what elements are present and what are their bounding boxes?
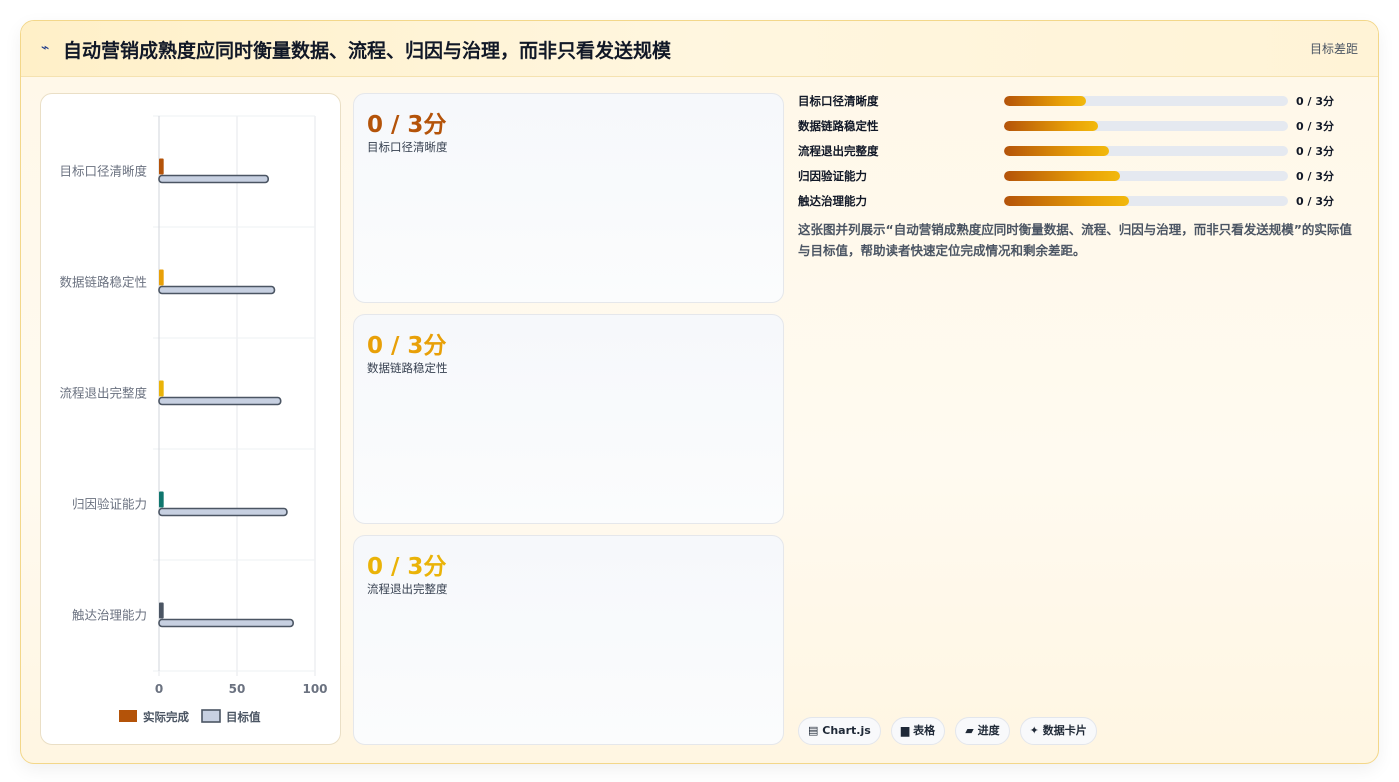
- bar-target: [158, 507, 288, 517]
- sparkle-icon: ✦: [1029, 724, 1039, 737]
- progress-label: 归因验证能力: [798, 169, 867, 183]
- chip-progress[interactable]: ▰ 进度: [955, 717, 1010, 745]
- kpi-label: 流程退出完整度: [367, 582, 448, 596]
- progress-value: 0 / 3分: [1296, 120, 1334, 133]
- progress-fill: [1004, 146, 1110, 156]
- kpi-label: 数据链路稳定性: [367, 361, 448, 375]
- tag-chips: ▤ Chart.js ▆ 表格 ▰ 进度 ✦ 数据卡片: [798, 717, 1102, 745]
- chip-label: 进度: [977, 724, 1000, 737]
- category-label: 流程退出完整度: [59, 386, 147, 401]
- progress-row: 触达治理能力 0 / 3分: [798, 193, 1358, 213]
- category-label: 触达治理能力: [72, 608, 147, 623]
- progress-label: 流程退出完整度: [798, 144, 879, 158]
- progress-value: 0 / 3分: [1296, 95, 1334, 108]
- legend-label-actual: 实际完成: [143, 710, 189, 724]
- bar-target: [158, 285, 276, 295]
- bar-actual: [159, 380, 164, 397]
- kpi-card: 0 / 3分 数据链路稳定性: [353, 314, 784, 524]
- chart-icon: ▤: [808, 724, 819, 737]
- kpi-value: 0 / 3分: [367, 554, 447, 580]
- progress-label: 触达治理能力: [798, 194, 867, 208]
- dashboard-panel: ⌁ 自动营销成熟度应同时衡量数据、流程、归因与治理，而非只看发送规模 目标差距 …: [20, 20, 1379, 764]
- page-title: 自动营销成熟度应同时衡量数据、流程、归因与治理，而非只看发送规模: [63, 40, 672, 62]
- legend-swatch-target: [201, 709, 221, 723]
- legend-swatch-actual: [119, 710, 137, 722]
- progress-value: 0 / 3分: [1296, 195, 1334, 208]
- chip-label: 数据卡片: [1042, 724, 1087, 737]
- bar-target: [158, 396, 282, 406]
- progress-label: 目标口径清晰度: [798, 94, 879, 108]
- bar-actual: [159, 158, 164, 175]
- panel-header: ⌁ 自动营销成熟度应同时衡量数据、流程、归因与治理，而非只看发送规模 目标差距: [21, 21, 1378, 77]
- progress-row: 目标口径清晰度 0 / 3分: [798, 93, 1358, 113]
- progress-track: [1004, 146, 1288, 156]
- progress-value: 0 / 3分: [1296, 145, 1334, 158]
- x-tick-label: 50: [229, 682, 246, 696]
- chip-label: Chart.js: [822, 724, 871, 737]
- progress-fill: [1004, 121, 1098, 131]
- progress-track: [1004, 96, 1288, 106]
- header-tag: 目标差距: [1309, 42, 1358, 56]
- x-tick-label: 0: [155, 682, 163, 696]
- progress-label: 数据链路稳定性: [798, 119, 879, 133]
- bar-chart-card: 目标口径清晰度 数据链路稳定性 流程退出完整度归因验证能力 触达治理能力 0 50 100 实…: [40, 93, 341, 745]
- progress-track: [1004, 121, 1288, 131]
- kpi-value: 0 / 3分: [367, 112, 447, 138]
- chip-table[interactable]: ▆ 表格: [890, 717, 946, 745]
- category-label: 目标口径清晰度: [59, 164, 147, 179]
- chart-description: 这张图并列展示“自动营销成熟度应同时衡量数据、流程、归因与治理，而非只看发送规模…: [798, 222, 1352, 258]
- kpi-card: 0 / 3分 目标口径清晰度: [353, 93, 784, 303]
- bar-target: [158, 618, 294, 628]
- progress-track: [1004, 171, 1288, 181]
- bar-actual: [159, 491, 164, 508]
- bar-actual: [159, 269, 164, 286]
- progress-row: 归因验证能力 0 / 3分: [798, 168, 1358, 188]
- category-label: 归因验证能力: [72, 497, 147, 512]
- kpi-label: 目标口径清晰度: [367, 140, 448, 154]
- chip-label: 表格: [913, 724, 936, 737]
- chip-data-card[interactable]: ✦ 数据卡片: [1019, 717, 1097, 745]
- chip-chartjs[interactable]: ▤ Chart.js: [798, 717, 881, 745]
- table-icon: ▆: [900, 724, 910, 737]
- progress-row: 流程退出完整度 0 / 3分: [798, 143, 1358, 163]
- kpi-card: 0 / 3分 流程退出完整度: [353, 535, 784, 745]
- progress-value: 0 / 3分: [1296, 170, 1334, 183]
- progress-track: [1004, 196, 1288, 206]
- bar-target: [158, 174, 269, 184]
- bar-actual: [159, 602, 164, 619]
- progress-fill: [1004, 171, 1121, 181]
- progress-fill: [1004, 196, 1129, 206]
- legend-label-target: 目标值: [226, 710, 261, 724]
- progress-row: 数据链路稳定性 0 / 3分: [798, 118, 1358, 138]
- category-label: 数据链路稳定性: [59, 275, 147, 290]
- bolt-icon: ⌁: [41, 40, 50, 56]
- bar-chart: 目标口径清晰度数据链路稳定性流程退出完整度归因验证能力触达治理能力 0 50 100 实…: [59, 115, 328, 724]
- progress-fill: [1004, 96, 1087, 106]
- progress-icon: ▰: [965, 724, 974, 737]
- x-tick-label: 100: [302, 682, 327, 696]
- kpi-value: 0 / 3分: [367, 333, 447, 359]
